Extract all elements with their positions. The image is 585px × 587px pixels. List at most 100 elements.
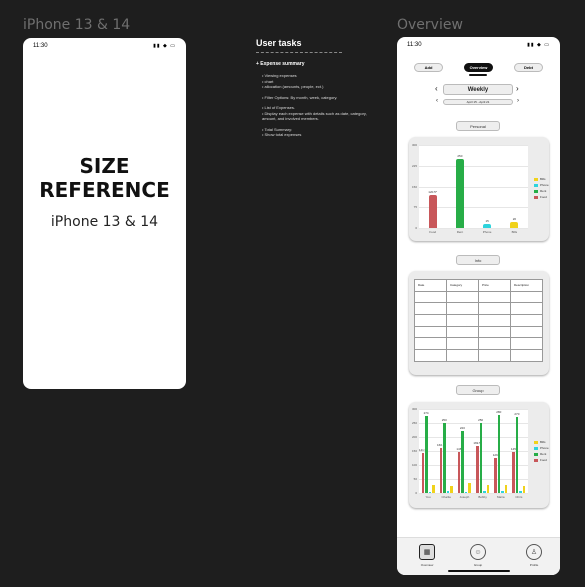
- legend-item: Bills: [534, 177, 549, 181]
- legend-item: Phone: [534, 183, 549, 187]
- date-range-selector[interactable]: April 15 - April 21: [443, 99, 513, 105]
- table-header-cell: Description: [510, 279, 543, 292]
- tab-label-overview: Overview: [420, 563, 434, 567]
- task-subitem: • Display each expense with details such…: [262, 110, 367, 122]
- size-reference-line2: REFERENCE: [39, 178, 170, 202]
- x-tick-label: Chris: [515, 495, 523, 499]
- table-cell: [510, 290, 543, 304]
- y-tick-label: 200: [411, 435, 417, 439]
- bar-food: [476, 445, 479, 493]
- overview-icon[interactable]: ▦: [419, 544, 435, 560]
- y-tick-label: 225: [411, 163, 417, 168]
- table-cell: [478, 314, 511, 327]
- task-list: • Viewing expenses • chart • allocation (a…: [256, 73, 371, 138]
- table-cell: [478, 349, 511, 362]
- size-reference-line1: SIZE: [79, 154, 130, 178]
- legend-label: Bills: [540, 440, 546, 444]
- bar-bills: [510, 222, 519, 228]
- legend-swatch: [534, 189, 538, 193]
- status-icons: ▮▮ ◆ ▭: [153, 43, 176, 49]
- status-time: 11:30: [407, 42, 422, 48]
- bar-bills: [504, 484, 508, 493]
- gridline: [419, 186, 528, 188]
- bar-food: [494, 457, 497, 493]
- chevron-right-small-icon[interactable]: ›: [517, 98, 519, 104]
- bar-rent: [425, 416, 428, 493]
- table-cell: [478, 302, 511, 316]
- group-icon[interactable]: ☺: [470, 544, 486, 560]
- tab-label-profile: Profile: [529, 563, 539, 567]
- table-header-cell: Date: [414, 279, 447, 292]
- overview-active-indicator: [469, 74, 487, 76]
- x-tick-label: You: [425, 495, 431, 499]
- table-header-cell: Category: [446, 279, 479, 292]
- bar-bills: [522, 486, 526, 493]
- bar-rent: [455, 158, 464, 228]
- bar-rent: [479, 423, 483, 493]
- info-table-card: Date Category Price Description: [409, 271, 549, 375]
- group-chart: 0 50 100 150 200 250 300 141.5 274 You 160.5 250 Cha…: [412, 407, 528, 499]
- gridline: [419, 145, 528, 146]
- x-tick-label: Food: [429, 230, 437, 234]
- overview-phone: 11:30 ▮▮ ◆ ▭ Add Overview Debt ‹ Weekly …: [397, 37, 560, 575]
- bar-phone: [446, 490, 450, 493]
- bar-value-label: 15: [485, 218, 489, 223]
- bar-food: [457, 452, 461, 493]
- legend-label: Bills: [540, 177, 546, 181]
- bar-rent: [497, 414, 501, 493]
- personal-chart-legend: Bills Phone Rent Food: [534, 177, 549, 201]
- tab-label-group: Group: [473, 563, 483, 567]
- table-cell: [510, 325, 543, 339]
- user-tasks-panel: User tasks + Expense summary • Viewing e…: [256, 38, 371, 143]
- legend-item: Food: [534, 458, 549, 462]
- chevron-left-icon[interactable]: ‹: [435, 84, 438, 93]
- bar-value-label: 270: [514, 412, 520, 417]
- bar-bills: [468, 483, 471, 493]
- period-selector[interactable]: Weekly: [443, 84, 513, 95]
- table-cell: [446, 325, 479, 339]
- x-tick-label: Maria: [496, 495, 505, 499]
- table-cell: [414, 314, 447, 327]
- bar-bills: [450, 486, 453, 493]
- table-row: [414, 349, 543, 362]
- overview-button[interactable]: Overview: [464, 63, 493, 72]
- expense-table: Date Category Price Description: [414, 279, 543, 362]
- legend-swatch: [534, 440, 538, 444]
- table-cell: [446, 314, 479, 327]
- legend-swatch: [534, 183, 538, 187]
- task-heading: + Expense summary: [256, 61, 305, 67]
- bar-value-label: 220: [459, 426, 465, 431]
- task-subitem: • allocation (amounts, people, ect.): [262, 84, 324, 89]
- y-tick-label: 100: [411, 463, 417, 467]
- bar-rent: [461, 431, 464, 493]
- bar-value-label: 20: [512, 217, 517, 222]
- table-row: [414, 314, 543, 327]
- y-tick-label: 50: [413, 477, 417, 481]
- bar-value-label: 120.5*: [428, 189, 437, 194]
- y-tick-label: 250: [411, 421, 417, 425]
- profile-icon[interactable]: ♙: [526, 544, 542, 560]
- task-item-block: • Filter Options: By month, week, catego…: [256, 95, 371, 101]
- bar-value-label: 250: [457, 153, 463, 158]
- table-header-cell: Price: [478, 279, 511, 292]
- status-bar: 11:30 ▮▮ ◆ ▭: [407, 42, 550, 50]
- add-button[interactable]: Add: [414, 63, 443, 72]
- debt-button[interactable]: Debt: [514, 63, 543, 72]
- legend-label: Rent: [540, 452, 547, 456]
- table-header-row: Date Category Price Description: [414, 279, 543, 292]
- size-reference-phone: 11:30 ▮▮ ◆ ▭ SIZE REFERENCE iPhone 13 & …: [23, 38, 186, 389]
- bar-value-label: 280: [496, 409, 502, 414]
- divider: [256, 52, 342, 53]
- legend-item: Rent: [534, 452, 549, 456]
- y-tick-label: 150: [411, 184, 417, 189]
- legend-label: Phone: [540, 183, 549, 187]
- bar-food: [421, 453, 425, 493]
- legend-swatch: [534, 177, 538, 181]
- bar-phone: [483, 223, 492, 228]
- chevron-right-icon[interactable]: ›: [516, 84, 519, 93]
- chevron-left-small-icon[interactable]: ‹: [436, 98, 438, 104]
- bar-value-label: 274: [423, 411, 429, 416]
- legend-label: Food: [540, 458, 547, 462]
- legend-swatch: [534, 195, 538, 199]
- legend-label: Rent: [540, 189, 547, 193]
